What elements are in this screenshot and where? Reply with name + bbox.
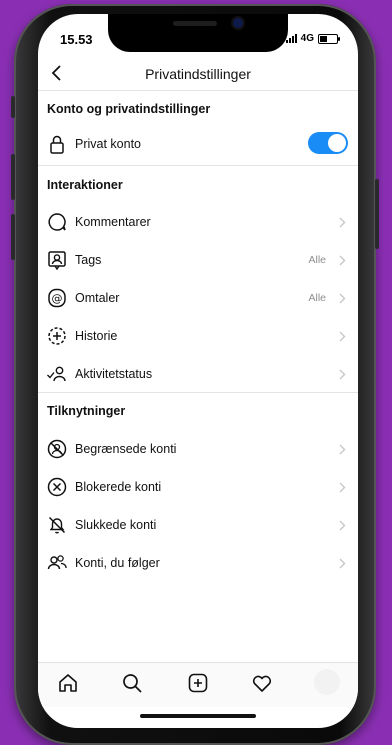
chevron-right-icon <box>339 293 346 304</box>
row-tags[interactable]: Tags Alle <box>38 242 358 278</box>
page-title: Privatindstillinger <box>145 66 251 82</box>
home-indicator <box>140 714 256 718</box>
row-comments[interactable]: Kommentarer <box>38 204 358 240</box>
status-icons: 4G <box>285 33 340 44</box>
section-title-interactions: Interaktioner <box>47 178 123 192</box>
mute-switch <box>11 96 15 118</box>
svg-text:@: @ <box>52 292 63 305</box>
people-icon <box>47 555 67 570</box>
lock-icon <box>50 135 64 154</box>
row-label: Begrænsede konti <box>75 442 177 456</box>
private-account-row[interactable]: Privat konto <box>38 126 358 162</box>
power-button <box>375 179 379 249</box>
tag-person-icon <box>48 251 66 271</box>
chevron-right-icon <box>339 331 346 342</box>
heart-icon[interactable] <box>250 671 274 695</box>
row-blocked[interactable]: Blokerede konti <box>38 469 358 505</box>
row-following[interactable]: Konti, du følger <box>38 545 358 581</box>
row-muted[interactable]: Slukkede konti <box>38 507 358 543</box>
battery-icon <box>318 33 340 44</box>
chevron-right-icon <box>339 520 346 531</box>
divider <box>38 165 358 166</box>
bottom-tab-bar <box>38 662 358 707</box>
section-title-account: Konto og privatindstillinger <box>47 102 211 116</box>
row-value: Alle <box>308 292 326 304</box>
muted-bell-icon <box>48 516 66 534</box>
blocked-x-icon <box>47 477 67 497</box>
story-add-icon <box>48 327 66 345</box>
row-story[interactable]: Historie <box>38 318 358 354</box>
volume-up-button <box>11 154 15 200</box>
row-label: Omtaler <box>75 291 120 305</box>
toggle-knob <box>328 134 346 152</box>
row-label: Konti, du følger <box>75 556 160 570</box>
add-post-icon[interactable] <box>186 671 210 695</box>
profile-avatar[interactable] <box>314 669 340 695</box>
row-label: Kommentarer <box>75 215 151 229</box>
row-value: Alle <box>308 254 326 266</box>
chevron-right-icon <box>339 369 346 380</box>
row-activity-status[interactable]: Aktivitetstatus <box>38 356 358 392</box>
nav-header: Privatindstillinger <box>38 58 358 91</box>
comment-icon <box>48 213 66 231</box>
row-label: Blokerede konti <box>75 480 162 494</box>
chevron-right-icon <box>339 217 346 228</box>
activity-status-icon <box>47 366 66 382</box>
speaker <box>173 21 217 26</box>
chevron-right-icon <box>339 482 346 493</box>
divider <box>38 392 358 393</box>
chevron-right-icon <box>339 558 346 569</box>
volume-down-button <box>11 214 15 260</box>
notch <box>108 14 288 52</box>
private-account-label: Privat konto <box>75 137 142 151</box>
section-title-connections: Tilknytninger <box>47 404 126 418</box>
chevron-right-icon <box>339 255 346 266</box>
front-camera <box>233 18 243 28</box>
row-restricted[interactable]: Begrænsede konti <box>38 431 358 467</box>
chevron-right-icon <box>339 444 346 455</box>
signal-icon <box>285 34 297 43</box>
network-label: 4G <box>300 33 314 44</box>
mention-at-icon: @ <box>48 288 66 308</box>
status-time: 15.53 <box>60 32 93 47</box>
row-mentions[interactable]: @ Omtaler Alle <box>38 280 358 316</box>
private-account-toggle[interactable] <box>308 132 348 154</box>
row-label: Slukkede konti <box>75 518 157 532</box>
row-label: Historie <box>75 329 118 343</box>
row-label: Aktivitetstatus <box>75 367 153 381</box>
screen: 15.53 4G Privatindstillinger Konto og pr… <box>38 14 358 728</box>
search-icon[interactable] <box>120 671 144 695</box>
restricted-icon <box>47 439 67 459</box>
row-label: Tags <box>75 253 102 267</box>
home-icon[interactable] <box>56 671 80 695</box>
